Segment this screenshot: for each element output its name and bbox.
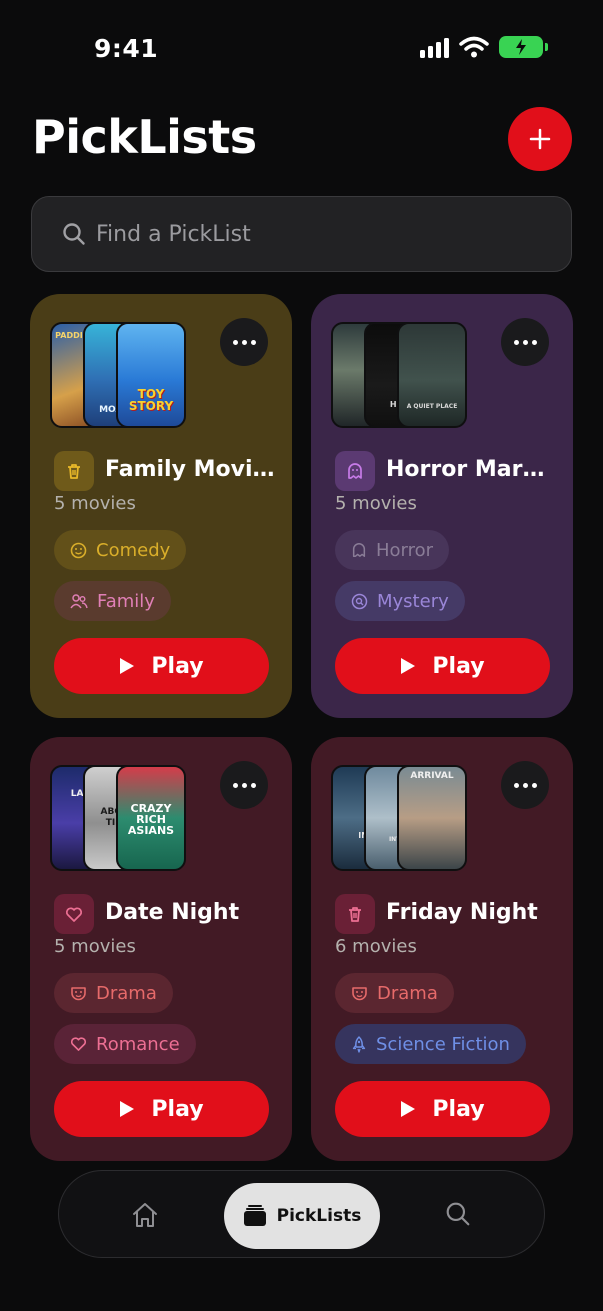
play-label: Play: [151, 653, 204, 679]
ghost-icon: [335, 451, 375, 491]
play-label: Play: [432, 653, 485, 679]
trash-icon: [335, 894, 375, 934]
status-icons: [420, 36, 548, 58]
more-options-button[interactable]: [220, 761, 268, 809]
genre-tag[interactable]: Family: [54, 581, 171, 621]
tag-label: Drama: [377, 982, 438, 1004]
genre-tag[interactable]: Drama: [54, 973, 173, 1013]
picklist-card[interactable]: PADDINGTON MOANA TOY STORY Family Movie.…: [30, 294, 292, 718]
picklist-card[interactable]: LA LA ABOUT TIME CRAZY RICH ASIANS Date …: [30, 737, 292, 1161]
mask-icon: [352, 987, 367, 1001]
movie-count: 5 movies: [54, 493, 136, 514]
mask-icon: [71, 987, 86, 1001]
picklist-title: Date Night: [105, 900, 240, 925]
search-input[interactable]: [96, 221, 536, 247]
poster-stack: INC INTER ARRIVAL: [331, 765, 471, 873]
nav-home-button[interactable]: [131, 1201, 159, 1233]
poster-thumbnail: TOY STORY: [116, 322, 186, 428]
search-bar[interactable]: [31, 196, 572, 272]
movie-count: 5 movies: [335, 493, 417, 514]
genre-tag[interactable]: Drama: [335, 973, 454, 1013]
rocket-icon: [352, 1035, 366, 1053]
more-options-button[interactable]: [501, 318, 549, 366]
poster-thumbnail: CRAZY RICH ASIANS: [116, 765, 186, 871]
poster-thumbnail: A QUIET PLACE: [397, 322, 467, 428]
home-icon: [133, 1203, 157, 1227]
play-label: Play: [432, 1096, 485, 1122]
add-picklist-button[interactable]: [508, 107, 572, 171]
tag-label: Romance: [96, 1033, 180, 1055]
genre-tag[interactable]: Mystery: [335, 581, 465, 621]
play-button[interactable]: Play: [54, 1081, 269, 1137]
trash-icon: [54, 451, 94, 491]
picklist-title: Friday Night: [386, 900, 538, 925]
genre-tag[interactable]: Comedy: [54, 530, 187, 570]
wifi-icon: [459, 36, 489, 58]
movie-count: 6 movies: [335, 936, 417, 957]
smile-icon: [70, 542, 87, 558]
poster-stack: LA LA ABOUT TIME CRAZY RICH ASIANS: [50, 765, 190, 873]
play-icon: [401, 658, 416, 674]
status-time: 9:41: [94, 34, 159, 63]
play-button[interactable]: Play: [54, 638, 269, 694]
nav-search-button[interactable]: [445, 1201, 471, 1231]
genre-tag[interactable]: Science Fiction: [335, 1024, 526, 1064]
poster-thumbnail: ARRIVAL: [397, 765, 467, 871]
tag-label: Family: [97, 590, 155, 612]
genre-tag[interactable]: Romance: [54, 1024, 196, 1064]
tag-label: Drama: [96, 982, 157, 1004]
nav-picklists-label: PickLists: [276, 1206, 362, 1226]
tag-label: Horror: [376, 539, 434, 561]
picklist-card[interactable]: HER A QUIET PLACE Horror Marat... 5 movi…: [311, 294, 573, 718]
search-icon: [63, 223, 85, 245]
status-bar: 9:41: [0, 0, 603, 96]
heart-icon: [70, 1037, 87, 1051]
more-options-button[interactable]: [501, 761, 549, 809]
tag-label: Science Fiction: [376, 1033, 510, 1055]
heart-icon: [54, 894, 94, 934]
poster-stack: HER A QUIET PLACE: [331, 322, 471, 430]
picklist-title: Horror Marat...: [386, 457, 556, 482]
movie-count: 5 movies: [54, 936, 136, 957]
picklist-card[interactable]: INC INTER ARRIVAL Friday Night 6 movies …: [311, 737, 573, 1161]
nav-picklists-tab[interactable]: PickLists: [224, 1183, 380, 1249]
play-label: Play: [151, 1096, 204, 1122]
ghost-icon: [352, 543, 366, 557]
signal-icon: [420, 36, 449, 58]
stack-icon: [243, 1205, 266, 1226]
page-title: PickLists: [32, 110, 257, 164]
play-button[interactable]: Play: [335, 638, 550, 694]
users-icon: [70, 594, 88, 609]
play-button[interactable]: Play: [335, 1081, 550, 1137]
play-icon: [120, 1101, 135, 1117]
tag-label: Comedy: [96, 539, 171, 561]
battery-icon: [499, 36, 548, 58]
play-icon: [120, 658, 135, 674]
tag-label: Mystery: [377, 590, 449, 612]
more-options-button[interactable]: [220, 318, 268, 366]
play-icon: [401, 1101, 416, 1117]
picklist-title: Family Movie...: [105, 457, 275, 482]
poster-stack: PADDINGTON MOANA TOY STORY: [50, 322, 190, 430]
bottom-nav: PickLists: [58, 1170, 545, 1258]
genre-tag[interactable]: Horror: [335, 530, 450, 570]
search-icon: [446, 1202, 470, 1226]
plus-icon: [529, 128, 551, 150]
magnifier-icon: [351, 593, 368, 609]
